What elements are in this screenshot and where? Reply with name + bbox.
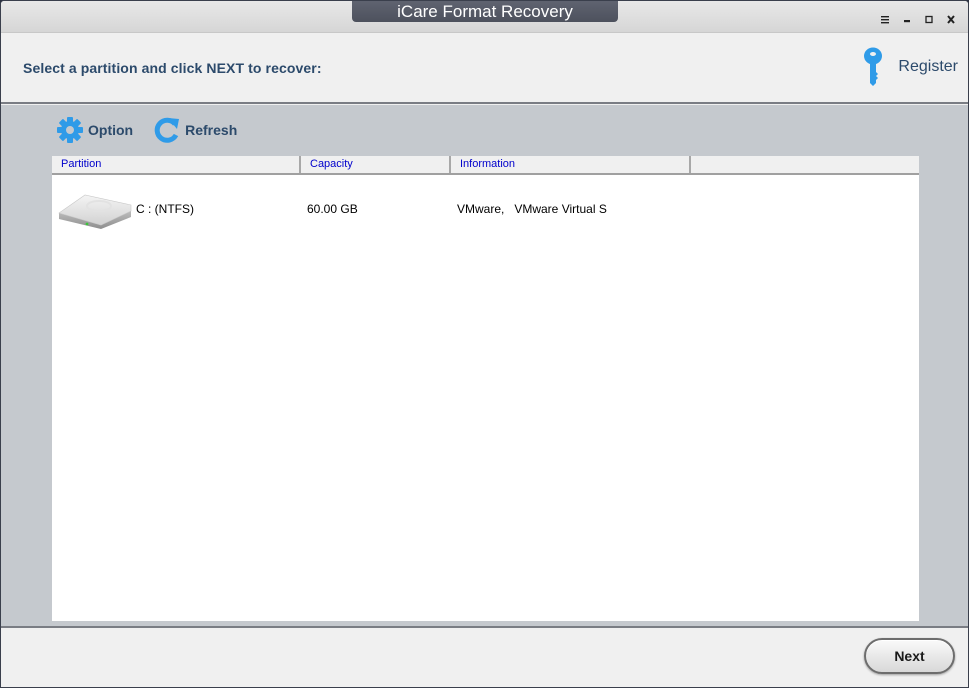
column-header-information[interactable]: Information <box>451 156 691 173</box>
window-controls <box>874 11 962 27</box>
partition-table: Partition Capacity Information C: (NTFS… <box>52 156 919 621</box>
table-row[interactable]: C : (NTFS) 60.00 GB VMware, VMware Virtu… <box>52 183 919 235</box>
header-area: Select a partition and click NEXT to rec… <box>1 33 968 104</box>
information-cell: VMware, VMware Virtual S <box>457 202 607 216</box>
refresh-icon <box>154 117 180 143</box>
refresh-button[interactable]: Refresh <box>153 116 237 144</box>
column-header-capacity[interactable]: Capacity <box>301 156 451 173</box>
next-button[interactable]: Next <box>864 638 955 674</box>
toolbar: Option Refresh <box>56 116 257 144</box>
instruction-text: Select a partition and click NEXT to rec… <box>23 60 322 76</box>
hard-drive-icon <box>58 194 132 229</box>
option-label: Option <box>88 122 134 138</box>
window-title: iCare Format Recovery <box>352 1 618 22</box>
refresh-label: Refresh <box>185 122 238 138</box>
maximize-icon <box>925 15 933 23</box>
key-icon <box>864 47 883 86</box>
minimize-icon <box>904 19 910 22</box>
menu-button[interactable] <box>874 11 896 27</box>
option-button[interactable]: Option <box>56 116 133 144</box>
title-bar: iCare Format Recovery <box>1 1 968 33</box>
column-header-partition[interactable]: Partition <box>52 156 301 173</box>
capacity-cell: 60.00 GB <box>307 202 358 216</box>
partition-cell: C : (NTFS) <box>52 189 301 229</box>
gear-icon <box>57 117 83 143</box>
register-button[interactable]: Register <box>862 47 958 87</box>
app-window: iCare Format Recovery Select a partition… <box>0 0 969 688</box>
register-label: Register <box>898 58 958 75</box>
minimize-button[interactable] <box>896 11 918 27</box>
close-button[interactable] <box>940 11 962 27</box>
partition-name: C : (NTFS) <box>136 202 194 216</box>
menu-icon <box>881 15 889 23</box>
table-header: Partition Capacity Information <box>52 156 919 175</box>
column-header-empty[interactable] <box>691 156 919 173</box>
close-icon <box>947 14 955 24</box>
maximize-button[interactable] <box>918 11 940 27</box>
main-area: Option Refresh Partition Capacity Inform… <box>1 105 968 626</box>
footer: Next <box>1 626 968 687</box>
